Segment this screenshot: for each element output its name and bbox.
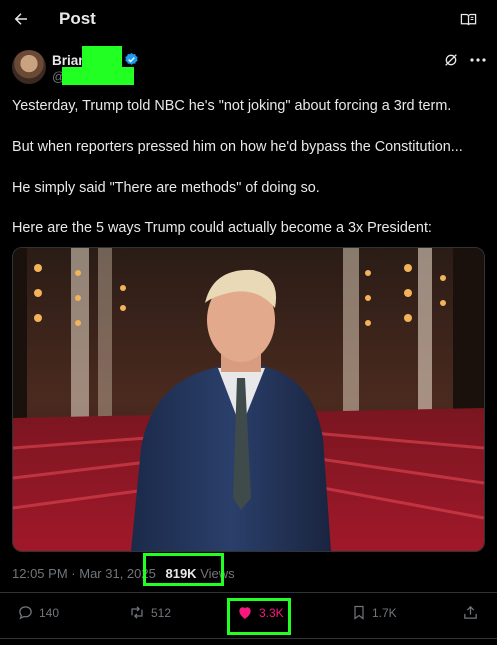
like-highlight-box (227, 598, 291, 635)
tweet-paragraph: Yesterday, Trump told NBC he's "not joki… (12, 98, 452, 114)
reply-count: 140 (39, 605, 60, 620)
verified-badge-icon (125, 52, 138, 65)
divider (0, 638, 497, 639)
divider (0, 592, 497, 593)
arrow-left-icon (14, 13, 27, 25)
grok-icon (445, 54, 457, 66)
bookmark-icon (354, 605, 364, 620)
reader-mode-button[interactable] (458, 9, 478, 29)
meta-separator: · (71, 566, 76, 581)
handle-redaction-box (62, 67, 134, 85)
tweet-paragraph: But when reporters pressed him on how he… (12, 139, 463, 155)
book-open-icon (460, 13, 476, 25)
avatar[interactable] (12, 50, 46, 84)
page-title: Post (59, 9, 96, 28)
share-button[interactable] (462, 604, 479, 621)
bookmark-count: 1.7K (372, 605, 397, 620)
photo-illustration (13, 248, 484, 551)
repost-icon (131, 606, 143, 619)
tweet-time: 12:05 PM (12, 566, 68, 581)
tweet-paragraph: He simply said "There are methods" of do… (12, 180, 320, 196)
reply-button[interactable]: 140 (17, 604, 59, 621)
back-button[interactable] (10, 8, 32, 30)
more-options-button[interactable] (469, 52, 487, 68)
more-dots-icon (470, 58, 486, 62)
tweet-photo[interactable] (12, 247, 485, 552)
grok-button[interactable] (443, 52, 459, 68)
share-icon (464, 605, 477, 619)
repost-button[interactable]: 512 (128, 604, 171, 621)
top-bar: Post (0, 0, 497, 40)
tweet-paragraph: Here are the 5 ways Trump could actually… (12, 220, 432, 236)
bookmark-button[interactable]: 1.7K (351, 604, 397, 621)
reply-icon (19, 606, 32, 620)
repost-count: 512 (151, 605, 172, 620)
views-highlight-box (143, 553, 224, 586)
